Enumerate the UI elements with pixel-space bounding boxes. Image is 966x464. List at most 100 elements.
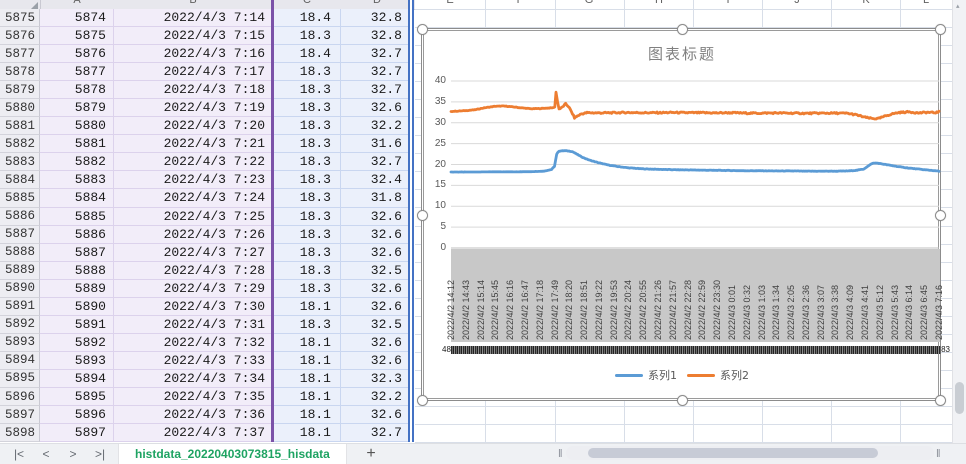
row-header[interactable]: 5876 [0, 27, 40, 45]
row-header[interactable]: 5878 [0, 63, 40, 81]
column-header-A[interactable]: A [73, 0, 80, 8]
column-header-C[interactable]: C [303, 0, 311, 8]
cell-c[interactable]: 18.3 [272, 63, 341, 81]
cell-d[interactable]: 32.6 [341, 280, 411, 298]
cell-d[interactable]: 32.8 [341, 9, 411, 27]
row-header[interactable]: 5896 [0, 388, 40, 406]
row-header[interactable]: 5898 [0, 424, 40, 442]
cell-b[interactable]: 2022/4/3 7:16 [114, 45, 272, 63]
cell-d[interactable]: 32.6 [341, 208, 411, 226]
cell-d[interactable]: 32.4 [341, 171, 411, 189]
cell-c[interactable]: 18.3 [272, 153, 341, 171]
cell-b[interactable]: 2022/4/3 7:22 [114, 153, 272, 171]
vertical-scrollbar-track[interactable]: ▴ [952, 0, 966, 443]
cell-b[interactable]: 2022/4/3 7:24 [114, 189, 272, 207]
row-header[interactable]: 5889 [0, 262, 40, 280]
cell-b[interactable]: 2022/4/3 7:34 [114, 370, 272, 388]
row-header[interactable]: 5892 [0, 316, 40, 334]
cell-c[interactable]: 18.3 [272, 208, 341, 226]
row-header[interactable]: 5877 [0, 45, 40, 63]
cell-d[interactable]: 32.7 [341, 45, 411, 63]
cell-a[interactable]: 5894 [40, 370, 114, 388]
cell-d[interactable]: 32.7 [341, 81, 411, 99]
cell-a[interactable]: 5884 [40, 189, 114, 207]
hscroll-splitter-right[interactable]: ‖ [936, 447, 940, 461]
chart-object[interactable]: 图表标题 0510152025303540 2022/4/2 14:122022… [421, 28, 941, 401]
cell-a[interactable]: 5897 [40, 424, 114, 442]
column-header-I[interactable]: I [726, 0, 729, 8]
row-header[interactable]: 5883 [0, 153, 40, 171]
nav-next-sheet-button[interactable]: > [62, 444, 84, 464]
cell-c[interactable]: 18.3 [272, 244, 341, 262]
cell-a[interactable]: 5875 [40, 27, 114, 45]
cell-c[interactable]: 18.3 [272, 27, 341, 45]
cell-b[interactable]: 2022/4/3 7:36 [114, 406, 272, 424]
cell-a[interactable]: 5878 [40, 81, 114, 99]
cell-d[interactable]: 32.6 [341, 244, 411, 262]
row-header[interactable]: 5895 [0, 370, 40, 388]
horizontal-scrollbar-thumb[interactable] [588, 448, 878, 458]
hscroll-splitter-left[interactable]: ‖ [558, 447, 562, 461]
resize-handle[interactable] [417, 395, 428, 406]
cell-a[interactable]: 5896 [40, 406, 114, 424]
cell-d[interactable]: 32.6 [341, 334, 411, 352]
cell-a[interactable]: 5895 [40, 388, 114, 406]
cell-b[interactable]: 2022/4/3 7:19 [114, 99, 272, 117]
cell-b[interactable]: 2022/4/3 7:30 [114, 298, 272, 316]
cell-a[interactable]: 5889 [40, 280, 114, 298]
cell-c[interactable]: 18.4 [272, 45, 341, 63]
row-header[interactable]: 5897 [0, 406, 40, 424]
nav-prev-sheet-button[interactable]: < [35, 444, 57, 464]
row-header[interactable]: 5893 [0, 334, 40, 352]
column-header-H[interactable]: H [655, 0, 663, 8]
cell-a[interactable]: 5881 [40, 135, 114, 153]
cell-a[interactable]: 5876 [40, 45, 114, 63]
cell-a[interactable]: 5886 [40, 226, 114, 244]
series-line-系列2[interactable] [451, 92, 939, 119]
resize-handle[interactable] [417, 210, 428, 221]
nav-first-sheet-button[interactable]: |< [8, 444, 30, 464]
cell-d[interactable]: 32.5 [341, 262, 411, 280]
row-header[interactable]: 5882 [0, 135, 40, 153]
row-header[interactable]: 5881 [0, 117, 40, 135]
cell-a[interactable]: 5883 [40, 171, 114, 189]
series-line-系列1[interactable] [451, 151, 939, 172]
cell-c[interactable]: 18.3 [272, 316, 341, 334]
cell-c[interactable]: 18.1 [272, 424, 341, 442]
cell-c[interactable]: 18.3 [272, 117, 341, 135]
cell-b[interactable]: 2022/4/3 7:23 [114, 171, 272, 189]
cell-c[interactable]: 18.1 [272, 298, 341, 316]
cell-b[interactable]: 2022/4/3 7:21 [114, 135, 272, 153]
cell-c[interactable]: 18.1 [272, 370, 341, 388]
cell-a[interactable]: 5874 [40, 9, 114, 27]
row-header[interactable]: 5879 [0, 81, 40, 99]
cell-a[interactable]: 5885 [40, 208, 114, 226]
cell-b[interactable]: 2022/4/3 7:27 [114, 244, 272, 262]
cell-c[interactable]: 18.3 [272, 81, 341, 99]
cell-b[interactable]: 2022/4/3 7:20 [114, 117, 272, 135]
add-sheet-button[interactable]: + [360, 444, 382, 464]
cell-d[interactable]: 32.7 [341, 153, 411, 171]
cell-d[interactable]: 32.7 [341, 424, 411, 442]
resize-handle[interactable] [677, 395, 688, 406]
column-header-K[interactable]: K [862, 0, 869, 8]
cell-a[interactable]: 5882 [40, 153, 114, 171]
cell-a[interactable]: 5892 [40, 334, 114, 352]
cell-b[interactable]: 2022/4/3 7:17 [114, 63, 272, 81]
cell-a[interactable]: 5893 [40, 352, 114, 370]
row-header[interactable]: 5894 [0, 352, 40, 370]
cell-c[interactable]: 18.1 [272, 388, 341, 406]
cell-b[interactable]: 2022/4/3 7:37 [114, 424, 272, 442]
row-header[interactable]: 5891 [0, 298, 40, 316]
row-header[interactable]: 5886 [0, 208, 40, 226]
legend-item[interactable]: 系列2 [687, 367, 749, 383]
cell-b[interactable]: 2022/4/3 7:32 [114, 334, 272, 352]
cell-b[interactable]: 2022/4/3 7:14 [114, 9, 272, 27]
cell-d[interactable]: 32.6 [341, 298, 411, 316]
legend-item[interactable]: 系列1 [615, 367, 677, 383]
cell-a[interactable]: 5880 [40, 117, 114, 135]
cell-b[interactable]: 2022/4/3 7:26 [114, 226, 272, 244]
resize-handle[interactable] [935, 395, 946, 406]
row-header[interactable]: 5884 [0, 171, 40, 189]
row-header[interactable]: 5888 [0, 244, 40, 262]
